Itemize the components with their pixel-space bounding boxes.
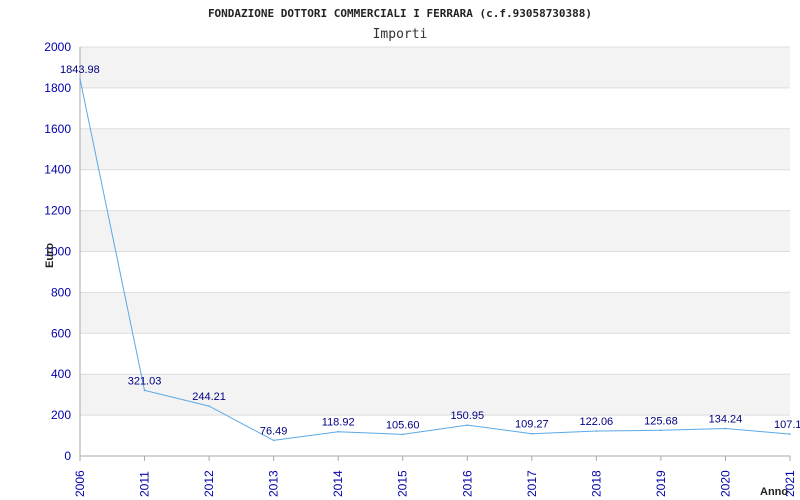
x-tick-label: 2016 bbox=[460, 470, 474, 497]
data-point bbox=[595, 430, 598, 432]
x-tick-label: 2011 bbox=[138, 471, 152, 497]
x-tick-label: 2017 bbox=[525, 470, 539, 497]
x-axis-label: Anno bbox=[760, 486, 788, 498]
x-tick-label: 2012 bbox=[202, 470, 216, 497]
data-point bbox=[724, 427, 727, 430]
data-point bbox=[208, 405, 210, 407]
line-chart: FONDAZIONE DOTTORI COMMERCIALI I FERRARA… bbox=[44, 7, 800, 498]
data-point bbox=[337, 430, 339, 433]
grid-band bbox=[80, 47, 790, 88]
y-tick-label: 1400 bbox=[44, 163, 71, 177]
chart-title: FONDAZIONE DOTTORI COMMERCIALI I FERRARA… bbox=[208, 7, 592, 20]
data-point bbox=[466, 424, 469, 426]
data-point bbox=[79, 78, 81, 80]
data-label: 118.92 bbox=[322, 417, 355, 429]
data-point bbox=[401, 433, 404, 436]
grid-band bbox=[80, 292, 790, 334]
data-label: 107.1 bbox=[774, 419, 800, 431]
x-tick-labels: 2006 2011 2012 2013 2014 2015 2016 2017 2018 2019… bbox=[73, 470, 797, 497]
grid-band bbox=[80, 374, 790, 416]
x-tick-label: 2006 bbox=[73, 470, 87, 497]
y-tick-label: 1800 bbox=[44, 81, 71, 95]
x-tick-label: 2018 bbox=[589, 470, 603, 497]
y-axis-label: Euro bbox=[44, 243, 56, 268]
data-label: 150.95 bbox=[450, 410, 484, 422]
x-tick-label: 2013 bbox=[267, 470, 281, 497]
x-tick-label: 2020 bbox=[718, 470, 732, 497]
x-tick-label: 2019 bbox=[654, 470, 668, 497]
data-point bbox=[660, 429, 662, 432]
data-label: 76.49 bbox=[260, 425, 288, 437]
data-point bbox=[143, 389, 146, 392]
grid-bands bbox=[80, 47, 790, 416]
data-label: 244.21 bbox=[192, 391, 226, 403]
data-label: 122.06 bbox=[580, 416, 614, 428]
y-tick-label: 0 bbox=[64, 449, 71, 463]
y-tick-label: 800 bbox=[51, 285, 71, 299]
grid-band bbox=[80, 128, 790, 170]
data-point bbox=[789, 433, 791, 435]
x-tick-label: 2014 bbox=[331, 470, 345, 497]
data-label: 105.60 bbox=[386, 419, 420, 431]
y-tick-label: 1200 bbox=[44, 204, 71, 218]
data-point bbox=[272, 439, 275, 442]
y-tick-label: 400 bbox=[51, 367, 71, 381]
data-label: 109.27 bbox=[515, 419, 549, 431]
chart-subtitle: Importi bbox=[373, 27, 428, 42]
data-point bbox=[531, 432, 533, 435]
y-tick-label: 600 bbox=[51, 326, 71, 340]
data-label: 134.24 bbox=[709, 414, 743, 426]
grid-band bbox=[80, 210, 790, 252]
y-tick-label: 1600 bbox=[44, 122, 71, 136]
data-label: 321.03 bbox=[128, 375, 162, 387]
data-label: 125.68 bbox=[644, 415, 678, 427]
data-label: 1843.98 bbox=[60, 64, 100, 76]
x-tick-label: 2015 bbox=[396, 470, 410, 497]
y-tick-label: 2000 bbox=[44, 40, 71, 54]
y-tick-label: 200 bbox=[51, 408, 71, 422]
